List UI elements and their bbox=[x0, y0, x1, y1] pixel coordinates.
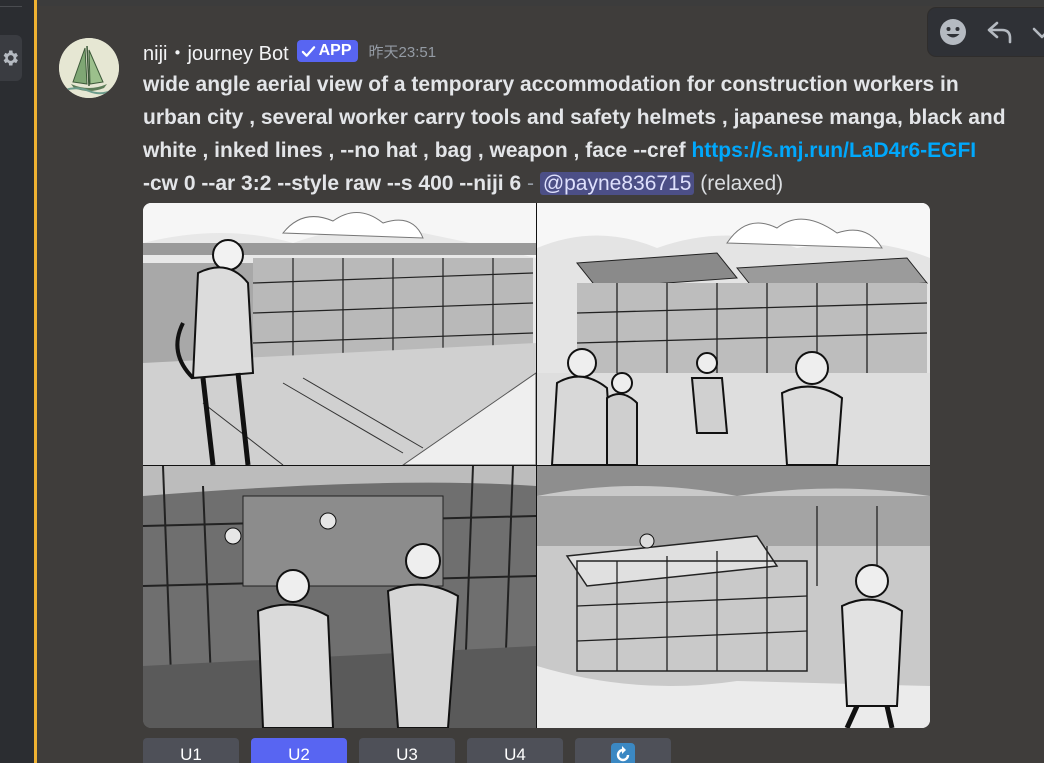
badge-label: APP bbox=[318, 42, 352, 59]
image-tile-2[interactable] bbox=[537, 203, 930, 465]
upscale-button-row: U1 U2 U3 U4 bbox=[143, 738, 671, 763]
discord-chat: niji・journey Bot APP 昨天23:51 wide angle … bbox=[0, 0, 1044, 763]
reroll-icon bbox=[611, 743, 635, 763]
add-reaction-icon bbox=[940, 19, 966, 45]
divider bbox=[0, 0, 22, 7]
prompt-params: -cw 0 --ar 3:2 --style raw --s 400 --nij… bbox=[143, 172, 522, 195]
reply-icon bbox=[987, 21, 1012, 44]
image-tile-3[interactable] bbox=[143, 466, 536, 728]
mention-highlight-bar bbox=[34, 0, 37, 763]
button-label: U3 bbox=[396, 745, 418, 763]
gear-icon bbox=[3, 50, 18, 66]
upscale-button-u1[interactable]: U1 bbox=[143, 738, 239, 763]
generated-image-grid[interactable] bbox=[143, 203, 930, 728]
add-reaction-button[interactable] bbox=[938, 17, 968, 47]
button-label: U2 bbox=[288, 745, 310, 763]
upscale-button-u3[interactable]: U3 bbox=[359, 738, 455, 763]
prompt-line: urban city , several worker carry tools … bbox=[143, 106, 1006, 129]
timestamp[interactable]: 昨天23:51 bbox=[369, 41, 437, 62]
settings-button[interactable] bbox=[0, 35, 22, 81]
message-header: niji・journey Bot APP 昨天23:51 bbox=[143, 36, 436, 66]
cref-link[interactable]: https://s.mj.run/LaD4r6-EGFI bbox=[691, 139, 976, 162]
avatar[interactable] bbox=[59, 38, 119, 98]
button-label: U1 bbox=[180, 745, 202, 763]
more-icon bbox=[1032, 27, 1044, 39]
author-name[interactable]: niji・journey Bot bbox=[143, 37, 289, 66]
message-content: wide angle aerial view of a temporary ac… bbox=[143, 68, 1044, 200]
reroll-button[interactable] bbox=[575, 738, 671, 763]
prompt-line: white , inked lines , --no hat , bag , w… bbox=[143, 139, 686, 162]
separator: - bbox=[526, 172, 534, 195]
more-actions-button[interactable] bbox=[1030, 17, 1044, 47]
image-tile-4[interactable] bbox=[537, 466, 930, 728]
server-sidebar bbox=[0, 0, 37, 763]
checkmark-icon bbox=[301, 45, 315, 57]
app-badge: APP bbox=[296, 40, 358, 62]
mode-label: (relaxed) bbox=[700, 172, 784, 195]
user-mention[interactable]: @payne836715 bbox=[539, 172, 695, 195]
upscale-button-u2[interactable]: U2 bbox=[251, 738, 347, 763]
image-tile-1[interactable] bbox=[143, 203, 536, 465]
message-toolbar bbox=[928, 8, 1044, 56]
upscale-button-u4[interactable]: U4 bbox=[467, 738, 563, 763]
button-label: U4 bbox=[504, 745, 526, 763]
prompt-line: wide angle aerial view of a temporary ac… bbox=[143, 73, 959, 96]
reply-button[interactable] bbox=[985, 17, 1015, 47]
